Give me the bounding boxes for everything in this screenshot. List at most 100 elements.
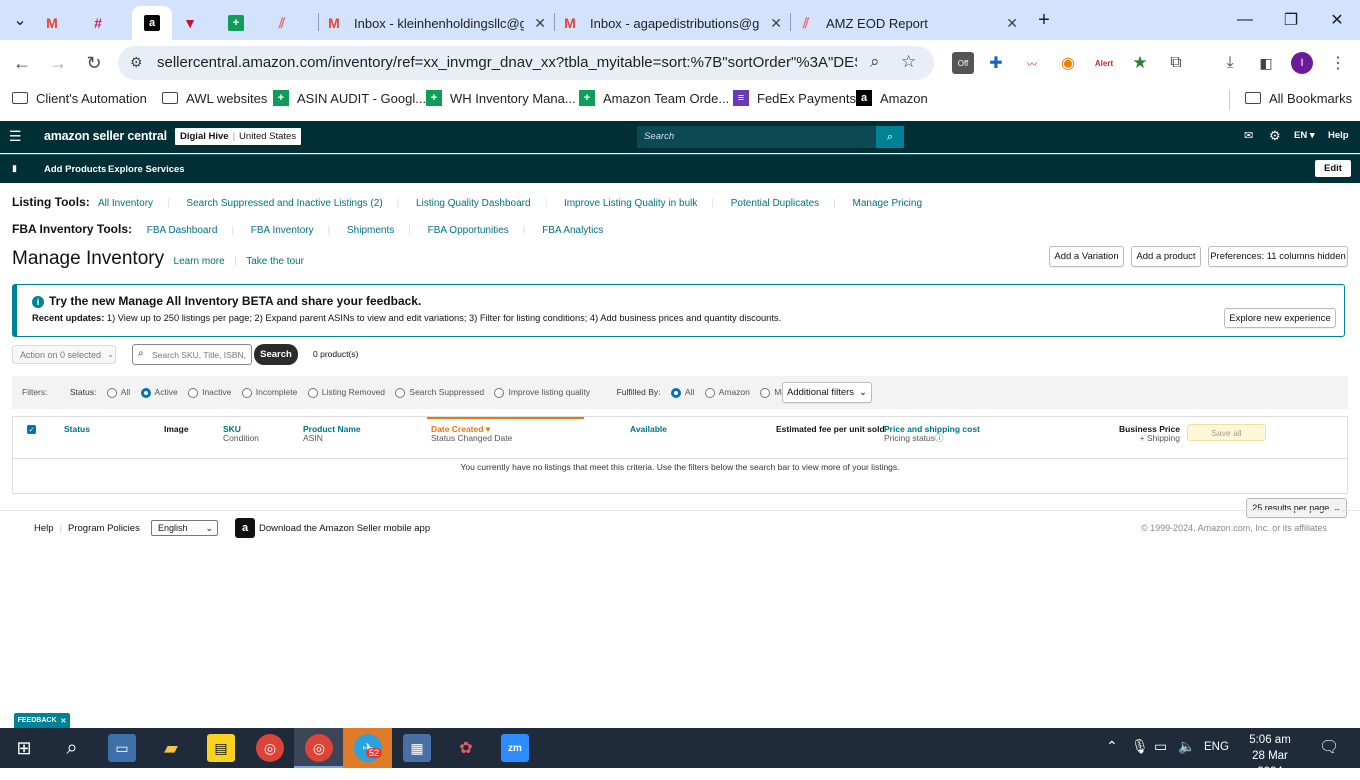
close-window-button[interactable]: ✕ [1314,0,1360,40]
language-select[interactable]: English ⌄ [151,520,218,536]
microphone-icon[interactable]: 🎙 [1131,738,1149,755]
help-link[interactable]: Help [1328,130,1349,141]
reload-button[interactable]: ↻ [79,48,109,78]
hamburger-menu-icon[interactable]: ☰ [9,128,22,145]
col-price-shipping[interactable]: Price and shipping cost Pricing statusⓘ [884,425,980,443]
header-search[interactable]: Search ⌕ [637,126,904,148]
bookmark-item[interactable]: AWL websites [162,90,267,106]
link-shipments[interactable]: Shipments [347,225,394,236]
calculator-icon[interactable]: ▦ [403,734,431,762]
close-icon[interactable]: ✕ [1006,15,1018,32]
nav-add-products[interactable]: Add Products [44,164,106,175]
profile-avatar[interactable]: I [1291,52,1313,74]
browser-tab[interactable]: ⫽ [274,6,314,40]
link-improve-quality[interactable]: Improve Listing Quality in bulk [564,198,697,209]
all-bookmarks[interactable]: All Bookmarks [1245,90,1352,106]
take-tour-link[interactable]: Take the tour [246,256,304,267]
site-info-icon[interactable]: ⚙ [130,54,143,71]
bookmark-item[interactable]: a Amazon [856,90,928,106]
col-available[interactable]: Available [630,425,667,434]
status-incomplete-radio[interactable] [241,387,252,398]
zoom-app-icon[interactable]: zm [501,734,529,762]
seller-app-link[interactable]: Download the Amazon Seller mobile app [259,523,430,534]
gear-icon[interactable]: ⚙ [1269,128,1281,144]
header-search-button[interactable]: ⌕ [876,126,904,148]
edit-nav-button[interactable]: Edit [1315,160,1351,177]
fulfilled-all-radio[interactable] [670,387,681,398]
explore-new-experience-button[interactable]: Explore new experience [1224,308,1336,328]
close-icon[interactable]: ✕ [61,717,67,725]
link-duplicates[interactable]: Potential Duplicates [731,198,819,209]
forward-button[interactable]: → [43,48,73,78]
inventory-search-input[interactable]: ⌕ Search SKU, Title, ISBN, [132,344,252,365]
save-all-button[interactable]: Save all [1187,424,1266,441]
side-panel-icon[interactable]: ◧ [1255,52,1277,74]
status-removed-radio[interactable] [307,387,318,398]
browser-tab[interactable]: ▼ [182,6,222,40]
fulfilled-amazon-radio[interactable] [704,387,715,398]
zoom-icon[interactable]: ⌕ [870,52,880,72]
bookmark-item[interactable]: + Amazon Team Orde... [579,90,729,106]
mail-icon[interactable]: ✉ [1244,129,1253,142]
nav-explore-services[interactable]: Explore Services [108,164,185,175]
extension-firefox-icon[interactable]: ◉ [1057,52,1079,74]
status-suppressed-radio[interactable] [395,387,406,398]
bookmark-item[interactable]: ≡ FedEx Payments [733,90,856,106]
additional-filters-button[interactable]: Additional filters ⌄ [782,382,872,403]
col-product-name[interactable]: Product Name ASIN [303,425,361,443]
browser-tab[interactable]: M Inbox - agapedistributions@gm ✕ [558,6,790,40]
col-status[interactable]: Status [64,425,90,434]
status-inactive-radio[interactable] [188,387,199,398]
extension-star-icon[interactable]: ★ [1129,52,1151,74]
chrome-icon[interactable]: ◎ [256,734,284,762]
new-tab-button[interactable]: + [1022,0,1066,40]
paint-icon[interactable]: ✿ [452,734,480,762]
bookmark-item[interactable]: + ASIN AUDIT - Googl... [273,90,426,106]
col-date-created[interactable]: Date Created ▾ Status Changed Date [431,425,512,443]
browser-tab[interactable]: M Inbox - kleinhenholdingsllc@gm ✕ [322,6,554,40]
browser-tab-active[interactable]: a [132,6,172,40]
browser-tab[interactable]: ⫽ AMZ EOD Report ✕ [794,6,1026,40]
menu-kebab-icon[interactable]: ⋮ [1327,52,1349,74]
download-icon[interactable]: ⤓ [1219,52,1241,74]
results-per-page-dropdown[interactable]: 25 results per page ⌄ [1246,498,1347,518]
footer-help-link[interactable]: Help [34,523,54,534]
desktop-app-icon[interactable]: ▭ [108,734,136,762]
tray-chevron-up-icon[interactable]: ⌃ [1106,738,1118,755]
add-product-button[interactable]: Add a product [1131,246,1201,267]
status-quality-radio[interactable] [494,387,505,398]
link-quality-dashboard[interactable]: Listing Quality Dashboard [416,198,531,209]
status-all-radio[interactable] [106,387,117,398]
bookmark-item[interactable]: Client's Automation [12,90,147,106]
extensions-puzzle-icon[interactable]: ⧉ [1165,52,1187,74]
volume-icon[interactable]: 🔈 [1178,738,1195,755]
bulk-action-dropdown[interactable]: Action on 0 selected ⌄ [12,345,116,364]
status-active-radio[interactable] [140,387,151,398]
windows-start-icon[interactable]: ⊞ [10,734,38,762]
tab-search-button[interactable]: ⌄ [0,0,40,40]
footer-policies-link[interactable]: Program Policies [68,523,140,534]
search-icon[interactable]: ⌕ [58,734,86,762]
learn-more-link[interactable]: Learn more [174,256,225,267]
extension-logo-icon[interactable]: 〰 [1021,52,1043,74]
address-bar[interactable]: ⚙ sellercentral.amazon.com/inventory/ref… [118,46,934,80]
link-fba-dashboard[interactable]: FBA Dashboard [147,225,218,236]
chrome-profile-icon[interactable]: ◎ [305,734,333,762]
restore-button[interactable]: ❐ [1268,0,1314,40]
sticky-notes-icon[interactable]: ▤ [207,734,235,762]
extension-alert-icon[interactable]: Alert [1093,52,1115,74]
input-language[interactable]: ENG [1204,741,1229,753]
browser-tab[interactable]: + [228,6,268,40]
network-icon[interactable]: ▭ [1154,738,1167,755]
search-button[interactable]: Search [254,344,298,365]
link-fba-opportunities[interactable]: FBA Opportunities [428,225,509,236]
preferences-button[interactable]: Preferences: 11 columns hidden [1208,246,1348,267]
bookmark-icon[interactable]: ▮ [12,163,17,174]
feedback-tab[interactable]: FEEDBACK ✕ [14,713,70,728]
browser-tab[interactable]: # [90,6,130,40]
extension-network-icon[interactable]: ✚ [985,52,1007,74]
link-fba-analytics[interactable]: FBA Analytics [542,225,603,236]
close-icon[interactable]: ✕ [770,15,782,32]
notification-center-icon[interactable]: 🗨 [1319,737,1339,757]
seller-central-logo[interactable]: amazon seller central [44,129,167,143]
